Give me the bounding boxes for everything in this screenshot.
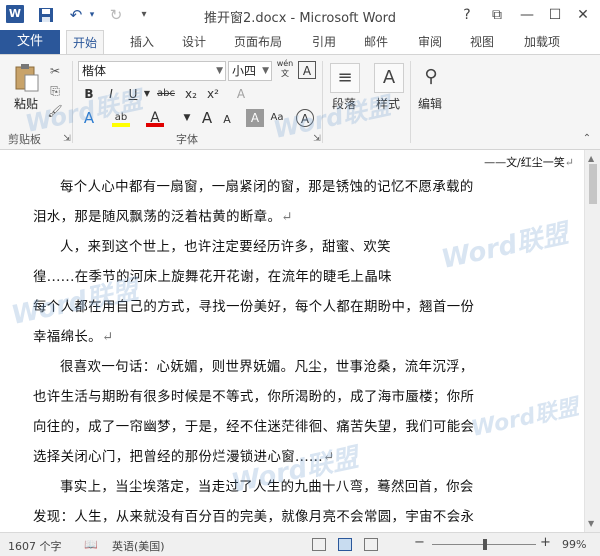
ribbon: 粘贴 ✂ ⎘ 🖌 剪贴板 ⇲ 楷体 ▼ 小四 ▼ wén 文 A B I U ▼ … — [0, 54, 600, 150]
doc-line: 徨......在季节的河床上旋舞花开花谢，在流年的睫毛上晶味 — [33, 270, 392, 285]
tab-page-layout[interactable]: 页面布局 — [228, 30, 288, 54]
paste-icon[interactable] — [14, 63, 40, 93]
doc-line: 选择关闭心门，把曾经的那份烂漫锁进心窗......↵ — [33, 450, 335, 465]
character-shading-button[interactable]: A — [246, 109, 264, 127]
doc-line: 很喜欢一句话：心妩媚，则世界妩媚。凡尘，世事沧桑，流年沉浮， — [60, 360, 474, 375]
character-border-button[interactable]: A — [298, 61, 316, 79]
tab-mailings[interactable]: 邮件 — [358, 30, 394, 54]
doc-line: 泪水，那是随风飘荡的泛着枯黄的断章。↵ — [33, 210, 293, 225]
document-page[interactable]: ——文/红尘一笑↵ 每个人心中都有一扇窗，一扇紧闭的窗，那是锈蚀的记忆不愿承载的… — [0, 150, 584, 532]
paste-button[interactable]: 粘贴 — [14, 95, 38, 112]
font-size-select[interactable]: 小四 ▼ — [228, 61, 272, 81]
font-group-label: 字体 — [176, 133, 198, 146]
doc-line: 发现：人生，从来就没有百分百的完美，就像月亮不会常圆，宇宙不会永 — [33, 510, 475, 525]
font-size-value: 小四 — [232, 64, 257, 78]
cut-icon[interactable]: ✂ — [46, 63, 64, 79]
doc-line: 幸福绵长。↵ — [33, 330, 114, 345]
shrink-font-button[interactable]: A — [218, 111, 236, 129]
close-button[interactable]: ✕ — [572, 4, 594, 26]
phonetic-guide-label: wén — [276, 59, 294, 68]
editing-button[interactable]: 编辑 — [418, 95, 442, 112]
strikethrough-button[interactable]: abc — [154, 85, 178, 103]
enclose-characters-button[interactable]: A — [296, 109, 314, 127]
title-bar: W ↶ ▾ ↻ ▾ 推开窗2.docx - Microsoft Word ? ⧉… — [0, 0, 600, 30]
ribbon-display-button[interactable]: ⧉ — [486, 4, 508, 26]
bold-button[interactable]: B — [80, 85, 98, 103]
read-mode-icon[interactable] — [312, 538, 326, 551]
window-title: 推开窗2.docx - Microsoft Word — [203, 11, 397, 26]
font-launcher-icon[interactable]: ⇲ — [308, 131, 326, 147]
doc-line: 事实上，当尘埃落定，当走过了人生的九曲十八弯，蓦然回首，你会 — [60, 480, 474, 495]
font-name-select[interactable]: 楷体 ▼ — [78, 61, 226, 81]
tab-references[interactable]: 引用 — [306, 30, 342, 54]
subscript-button[interactable]: x₂ — [182, 85, 200, 103]
tab-home[interactable]: 开始 — [66, 30, 105, 55]
zoom-out-button[interactable]: − — [414, 535, 425, 550]
help-button[interactable]: ? — [456, 4, 478, 26]
collapse-ribbon-icon[interactable]: ⌃ — [578, 131, 596, 147]
paragraph-button[interactable]: 段落 — [332, 95, 356, 112]
scroll-up-icon[interactable]: ▲ — [588, 154, 594, 163]
tab-design[interactable]: 设计 — [176, 30, 212, 54]
doc-line: 也许生活与期盼有很多时候是不等式，你所渴盼的，成了海市蜃楼；你所 — [33, 390, 475, 405]
group-separator — [410, 61, 411, 143]
tab-file[interactable]: 文件 — [0, 30, 60, 54]
text-effects-button[interactable]: A — [80, 109, 98, 127]
watermark: Word联盟 — [438, 218, 571, 275]
change-case-button[interactable]: Aa — [268, 109, 286, 127]
superscript-button[interactable]: x² — [204, 85, 222, 103]
doc-line: 每个人心中都有一扇窗，一扇紧闭的窗，那是锈蚀的记忆不愿承载的 — [60, 180, 474, 195]
font-color-dropdown-icon[interactable]: ▼ — [178, 109, 196, 127]
watermark: Word联盟 — [469, 394, 581, 442]
tab-insert[interactable]: 插入 — [124, 30, 160, 54]
format-painter-icon[interactable]: 🖌 — [46, 103, 64, 119]
chevron-down-icon: ▼ — [262, 66, 269, 76]
chevron-down-icon: ▼ — [216, 66, 223, 76]
language-indicator[interactable]: 英语(美国) — [112, 538, 165, 554]
clear-formatting-button[interactable]: A — [232, 85, 250, 103]
word-count[interactable]: 1607 个字 — [8, 538, 62, 554]
phonetic-guide-button[interactable]: wén 文 — [276, 59, 294, 81]
zoom-slider-thumb[interactable] — [483, 539, 487, 550]
status-bar: 1607 个字 📖 英语(美国) − + 99% — [0, 532, 600, 556]
styles-icon[interactable]: A — [374, 63, 404, 93]
proofing-icon[interactable]: 📖 — [84, 538, 98, 551]
tab-review[interactable]: 审阅 — [412, 30, 448, 54]
doc-line: 每个人都在用自己的方式，寻找一份美好，每个人都在期盼中，翘首一份 — [33, 300, 475, 315]
font-color-button[interactable]: A — [146, 109, 164, 127]
print-layout-icon[interactable] — [338, 538, 352, 551]
group-separator — [322, 61, 323, 143]
doc-line: 向往的，成了一帘幽梦，于是，经不住迷茫徘徊、痛苦失望，我们可能会 — [33, 420, 475, 435]
font-name-value: 楷体 — [82, 64, 107, 78]
ribbon-tabs: 文件 开始 插入 设计 页面布局 引用 邮件 审阅 视图 加载项 — [0, 30, 600, 55]
highlight-button[interactable]: ab — [112, 109, 130, 127]
clipboard-launcher-icon[interactable]: ⇲ — [58, 131, 76, 147]
grow-font-button[interactable]: A — [198, 109, 216, 127]
minimize-button[interactable]: — — [516, 4, 538, 26]
scroll-thumb[interactable] — [589, 164, 597, 204]
italic-button[interactable]: I — [102, 85, 120, 103]
styles-button[interactable]: 样式 — [376, 95, 400, 112]
zoom-in-button[interactable]: + — [540, 535, 551, 550]
doc-line: 人，来到这个世上，也许注定要经历许多，甜蜜、欢笑 — [60, 240, 391, 255]
clipboard-group-label: 剪贴板 — [8, 133, 41, 146]
author-line: ——文/红尘一笑↵ — [484, 156, 574, 169]
binoculars-icon[interactable]: ⚲ — [416, 63, 446, 93]
tab-addins[interactable]: 加载项 — [518, 30, 566, 54]
copy-icon[interactable]: ⎘ — [46, 83, 64, 99]
paragraph-icon[interactable]: ≡ — [330, 63, 360, 93]
vertical-scrollbar[interactable]: ▲ ▼ — [584, 150, 600, 532]
group-separator — [72, 61, 73, 143]
tab-view[interactable]: 视图 — [464, 30, 500, 54]
zoom-level[interactable]: 99% — [562, 538, 586, 551]
scroll-down-icon[interactable]: ▼ — [588, 519, 594, 528]
web-layout-icon[interactable] — [364, 538, 378, 551]
maximize-button[interactable]: ☐ — [544, 4, 566, 26]
